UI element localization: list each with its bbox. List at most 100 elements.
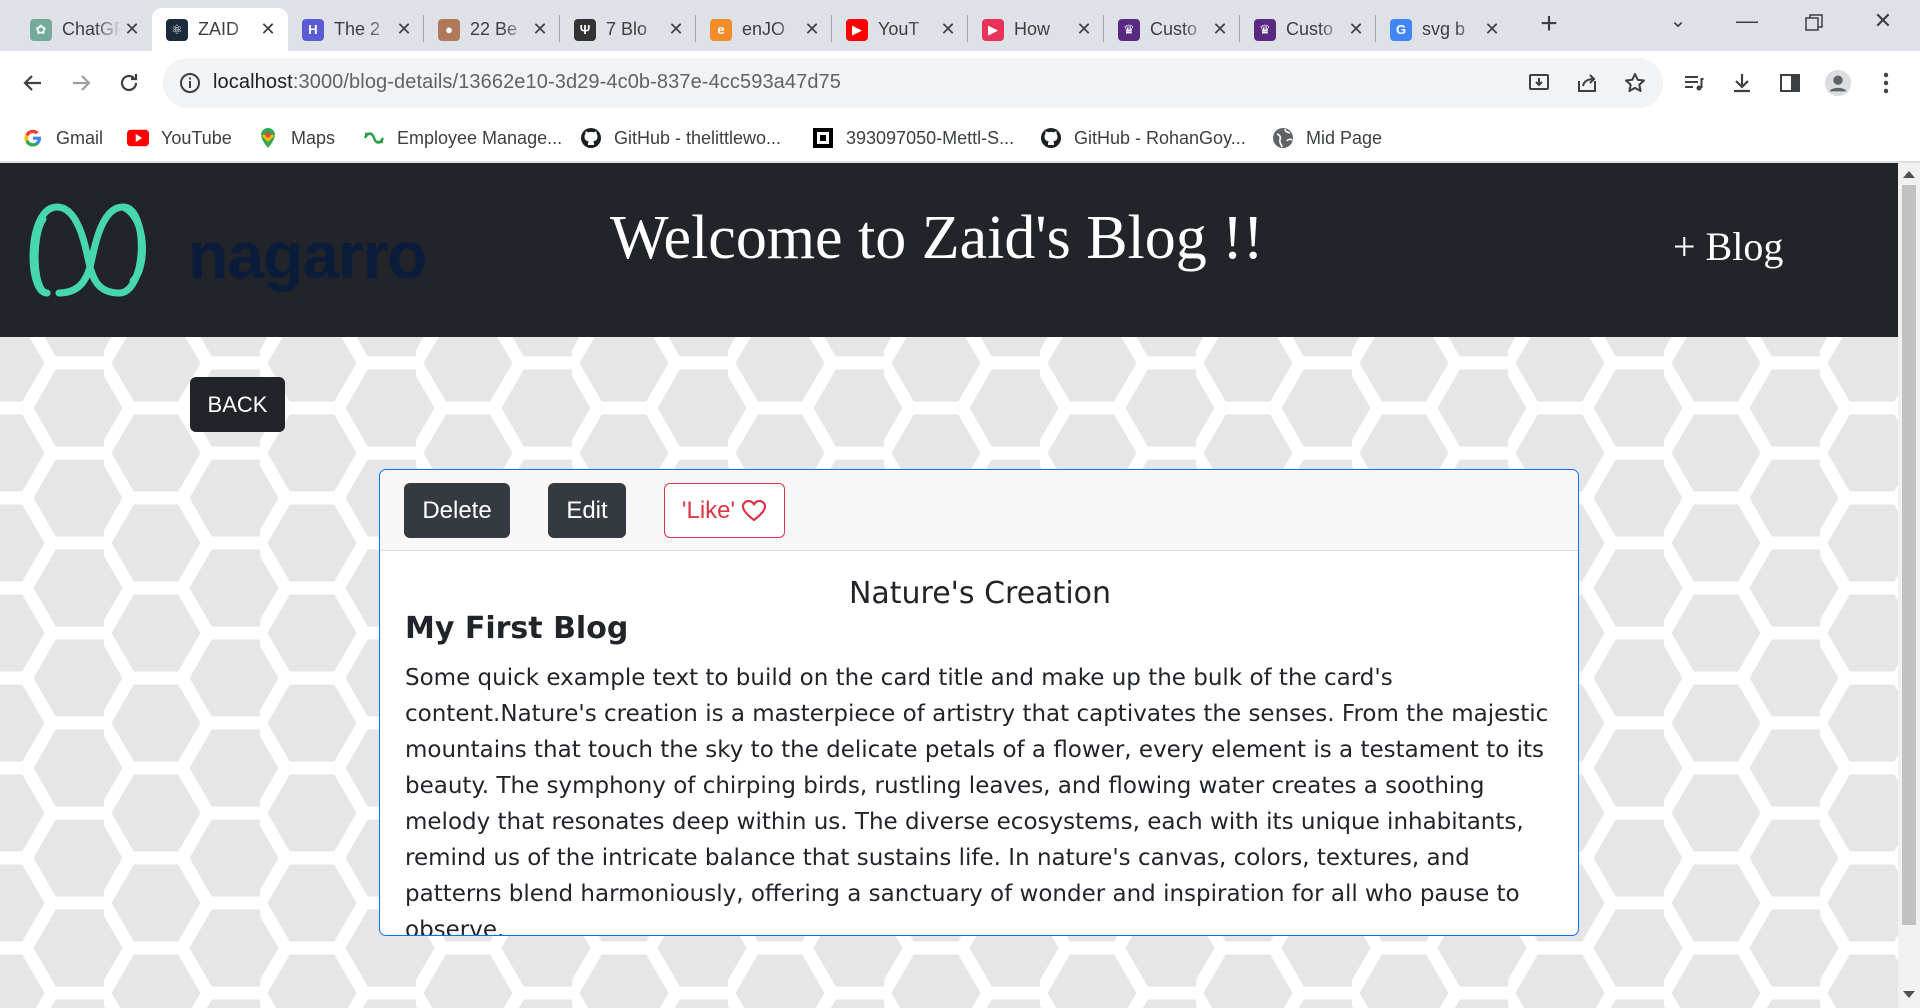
media-queue-icon[interactable]	[1680, 69, 1708, 97]
browser-tab[interactable]: ● 22 Be ✕	[424, 8, 560, 51]
bookmarks-bar: Gmail YouTube Maps Employee Manage... GitHub…	[0, 115, 1920, 162]
bookmark-label: GitHub - RohanGoy...	[1074, 127, 1246, 148]
scrollbar-thumb[interactable]	[1902, 185, 1916, 925]
blog-card: Delete Edit 'Like' Nature's Creation My …	[379, 469, 1579, 936]
tab-title: ZAID	[198, 19, 240, 39]
tab-title: 7 Blo	[606, 19, 648, 39]
scroll-up-arrow-icon[interactable]	[1903, 171, 1915, 178]
add-blog-link[interactable]: + Blog	[1673, 223, 1783, 270]
tab-separator	[967, 15, 968, 42]
card-text: Some quick example text to build on the …	[405, 665, 1549, 936]
bookmark-item[interactable]: Gmail	[22, 124, 103, 152]
browser-tab[interactable]: ♛ Custo ✕	[1104, 8, 1240, 51]
bookmark-item[interactable]: 393097050-Mettl-S...	[812, 124, 1014, 152]
minimize-button[interactable]: —	[1717, 8, 1777, 38]
browser-tab[interactable]: Gsvg b ✕	[1376, 8, 1512, 51]
bookmark-label: Employee Manage...	[397, 127, 563, 148]
url-text: localhost:3000/blog-details/13662e10-3d2…	[213, 71, 841, 94]
address-bar[interactable]: localhost:3000/blog-details/13662e10-3d2…	[163, 58, 1663, 108]
close-window-button[interactable]: ✕	[1853, 8, 1913, 38]
crown-icon: ♛	[1254, 18, 1276, 41]
nagarro-logo-icon[interactable]	[25, 197, 155, 302]
install-app-icon[interactable]	[1525, 69, 1553, 97]
card-header: Delete Edit 'Like'	[380, 470, 1578, 551]
share-icon[interactable]	[1573, 69, 1601, 97]
tab-title: Custo	[1286, 19, 1334, 39]
employee-icon	[363, 127, 385, 149]
tab-close-icon[interactable]: ✕	[1210, 19, 1230, 40]
tab-separator	[423, 15, 424, 42]
restore-button[interactable]	[1784, 8, 1844, 38]
enjoy-icon: e	[710, 18, 732, 41]
page-scrollbar[interactable]	[1898, 163, 1920, 1008]
maps-icon	[257, 127, 279, 149]
bookmark-label: YouTube	[161, 127, 232, 148]
tab-title: How	[1014, 19, 1051, 39]
url-path: :3000/blog-details/13662e10-3d29-4c0b-83…	[292, 71, 841, 93]
tab-close-icon[interactable]: ✕	[258, 19, 278, 40]
bookmark-star-icon[interactable]	[1621, 69, 1649, 97]
tab-title: 22 Be	[470, 19, 518, 39]
browser-tab[interactable]: ▶ How ✕	[968, 8, 1104, 51]
tab-title: svg b	[1422, 19, 1466, 39]
youtube-icon: ▶	[846, 18, 868, 41]
scroll-down-arrow-icon[interactable]	[1903, 991, 1915, 998]
tab-close-icon[interactable]: ✕	[802, 19, 822, 40]
bookmark-item[interactable]: GitHub - thelittlewo...	[580, 124, 781, 152]
crown-icon: ♛	[1118, 18, 1140, 41]
card-title: My First Blog	[405, 611, 629, 646]
browser-tab[interactable]: H The 2 ✕	[288, 8, 424, 51]
bookmark-item[interactable]: Mid Page	[1272, 124, 1382, 152]
tab-close-icon[interactable]: ✕	[530, 19, 550, 40]
delete-button[interactable]: Delete	[404, 483, 510, 538]
browser-tab[interactable]: ⚛ ZAID ✕	[152, 8, 288, 51]
bookmark-item[interactable]: Maps	[257, 124, 335, 152]
tab-title: Custo	[1150, 19, 1198, 39]
side-panel-icon[interactable]	[1776, 69, 1804, 97]
tab-separator	[1239, 15, 1240, 42]
browser-tab[interactable]: ✿ ChatGPT✕	[16, 8, 152, 51]
browser-tab[interactable]: ♛ Custo ✕	[1240, 8, 1376, 51]
downloads-icon[interactable]	[1728, 69, 1756, 97]
tab-separator	[831, 15, 832, 42]
react-icon: ⚛	[166, 18, 188, 41]
tab-close-icon[interactable]: ✕	[1346, 19, 1366, 40]
google-icon: G	[1390, 18, 1412, 41]
tab-search-icon[interactable]: ⌄	[1648, 8, 1708, 38]
page-viewport: nagarro Welcome to Zaid's Blog !! + Blog…	[0, 163, 1898, 1008]
tab-close-icon[interactable]: ✕	[938, 19, 958, 40]
browser-tab[interactable]: e enJO ✕	[696, 8, 832, 51]
bookmark-item[interactable]: YouTube	[127, 124, 232, 152]
browser-tab[interactable]: Ψ 7 Blo ✕	[560, 8, 696, 51]
tab-close-icon[interactable]: ✕	[1074, 19, 1094, 40]
tab-close-icon[interactable]: ✕	[122, 19, 142, 40]
app-navbar: nagarro Welcome to Zaid's Blog !! + Blog	[0, 163, 1898, 337]
profile-photo-icon: ●	[438, 18, 460, 41]
bookmark-item[interactable]: Employee Manage...	[363, 124, 562, 152]
back-button[interactable]: BACK	[190, 377, 285, 432]
new-tab-button[interactable]: +	[1535, 9, 1563, 39]
edit-button[interactable]: Edit	[548, 483, 626, 538]
forward-arrow-icon[interactable]	[62, 64, 100, 102]
tab-close-icon[interactable]: ✕	[666, 19, 686, 40]
globe-icon	[1272, 127, 1294, 149]
github-icon	[580, 127, 602, 149]
profile-avatar-icon[interactable]	[1824, 69, 1852, 97]
bookmark-item[interactable]: GitHub - RohanGoy...	[1040, 124, 1246, 152]
fork-knife-icon: Ψ	[574, 18, 596, 41]
tab-close-icon[interactable]: ✕	[394, 19, 414, 40]
tab-separator	[1375, 15, 1376, 42]
back-arrow-icon[interactable]	[14, 64, 52, 102]
like-button[interactable]: 'Like'	[664, 483, 785, 538]
youtube-icon	[127, 127, 149, 149]
tab-separator	[1103, 15, 1104, 42]
tab-close-icon[interactable]: ✕	[1482, 19, 1502, 40]
card-subtitle: Nature's Creation	[848, 576, 1112, 611]
tab-separator	[559, 15, 560, 42]
more-menu-icon[interactable]	[1872, 69, 1900, 97]
tab-title: The 2	[334, 19, 381, 39]
browser-toolbar: localhost:3000/blog-details/13662e10-3d2…	[0, 51, 1920, 115]
site-info-icon[interactable]	[178, 71, 202, 95]
browser-tab[interactable]: ▶ YouT ✕	[832, 8, 968, 51]
reload-icon[interactable]	[110, 64, 148, 102]
